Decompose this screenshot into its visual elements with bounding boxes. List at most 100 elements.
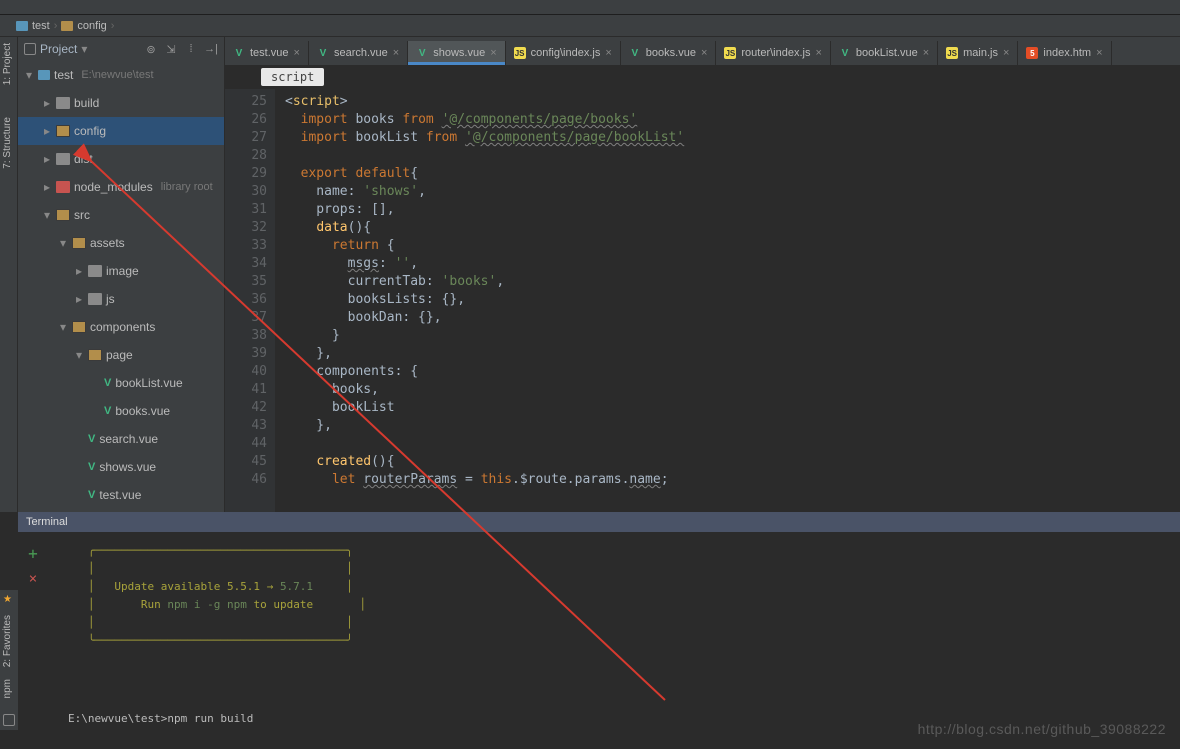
folder-icon: [56, 125, 70, 137]
code-body[interactable]: <script> import books from '@/components…: [275, 89, 1180, 512]
close-icon[interactable]: ×: [1003, 47, 1009, 59]
tree-arrow[interactable]: ▾: [58, 320, 68, 334]
terminal-new-icon[interactable]: +: [28, 544, 38, 563]
tree-arrow[interactable]: ▸: [42, 124, 52, 138]
collapse-icon[interactable]: ⇲: [164, 42, 178, 56]
tree-item-components[interactable]: ▾components: [18, 313, 224, 341]
breadcrumb-item[interactable]: test: [16, 20, 50, 32]
settings-icon[interactable]: ⁞: [184, 42, 198, 56]
tree-item-src[interactable]: ▾ src: [18, 201, 224, 229]
vue-icon: V: [317, 47, 329, 59]
breadcrumb-pill[interactable]: script: [261, 68, 324, 86]
terminal-panel: + × ╭───────────────────────────────────…: [18, 532, 1180, 737]
tab-shows-vue[interactable]: Vshows.vue ×: [408, 41, 505, 65]
tree-item-search-vue[interactable]: Vsearch.vue: [18, 425, 224, 453]
close-icon[interactable]: ×: [815, 47, 821, 59]
close-icon[interactable]: ×: [605, 47, 611, 59]
tree-arrow[interactable]: ▸: [74, 264, 84, 278]
editor-breadcrumb: script: [225, 65, 1180, 89]
tree-label: js: [106, 292, 115, 306]
close-icon[interactable]: ×: [490, 47, 496, 59]
tab-search-vue[interactable]: Vsearch.vue ×: [309, 41, 408, 65]
tab-bookList-vue[interactable]: VbookList.vue×: [831, 41, 938, 65]
tab-label: test.vue: [250, 47, 289, 59]
module-icon: [38, 70, 50, 80]
tree-label: bookList.vue: [115, 376, 182, 390]
breadcrumb: test › config ›: [0, 15, 1180, 37]
tree-item-assets[interactable]: ▾ assets: [18, 229, 224, 257]
tree-label: assets: [90, 236, 125, 250]
npm-tool-button[interactable]: npm: [0, 673, 15, 704]
tab-main-js[interactable]: JSmain.js×: [938, 41, 1018, 65]
tab-label: index.htm: [1043, 47, 1091, 59]
tab-router-index-js[interactable]: JSrouter\index.js×: [716, 41, 831, 65]
locate-icon[interactable]: ⊚: [144, 42, 158, 56]
tree-item-build[interactable]: ▸build: [18, 89, 224, 117]
tree-item-test-vue[interactable]: Vtest.vue: [18, 481, 224, 509]
folder-icon: [56, 181, 70, 193]
tree-label: books.vue: [115, 404, 170, 418]
js-icon: JS: [946, 47, 958, 59]
tree-arrow[interactable]: ▾: [58, 236, 68, 250]
tree-arrow[interactable]: ▾: [24, 68, 34, 82]
tree-label: search.vue: [99, 432, 158, 446]
tree-item-shows-vue[interactable]: Vshows.vue: [18, 453, 224, 481]
tab-index-htm[interactable]: 5 index.htm ×: [1018, 41, 1111, 65]
project-view-icon: [24, 43, 36, 55]
vue-icon: V: [88, 489, 95, 501]
tree-arrow[interactable]: ▾: [42, 208, 52, 222]
project-tool-button[interactable]: 1: Project: [0, 37, 15, 91]
tab-label: search.vue: [334, 47, 388, 59]
close-icon[interactable]: ×: [923, 47, 929, 59]
tree-label: shows.vue: [99, 460, 156, 474]
vue-icon: V: [416, 47, 428, 59]
project-pane-label: Project: [40, 42, 77, 56]
main-toolbar: [0, 0, 1180, 15]
folder-icon: [72, 321, 86, 333]
tree-item-node_modules[interactable]: ▸node_moduleslibrary root: [18, 173, 224, 201]
folder-icon: [88, 349, 102, 361]
close-icon[interactable]: ×: [393, 47, 399, 59]
tree-arrow[interactable]: ▸: [42, 180, 52, 194]
tree-item-js[interactable]: ▸ js: [18, 285, 224, 313]
tree-item-test[interactable]: ▾testE:\newvue\test: [18, 61, 224, 89]
tree-arrow[interactable]: ▸: [42, 152, 52, 166]
folder-icon: [56, 153, 70, 165]
tree-item-bookList-vue[interactable]: VbookList.vue: [18, 369, 224, 397]
tree-label: dist: [74, 152, 93, 166]
tab-label: router\index.js: [741, 47, 810, 59]
tab-label: bookList.vue: [856, 47, 918, 59]
terminal-header[interactable]: Terminal: [18, 512, 1180, 532]
tree-arrow[interactable]: ▾: [74, 348, 84, 362]
tree-item-page[interactable]: ▾page: [18, 341, 224, 369]
tool-window-icon[interactable]: [3, 714, 15, 726]
close-icon[interactable]: ×: [1096, 47, 1102, 59]
tree-label: config: [74, 124, 106, 138]
tree-item-dist[interactable]: ▸ dist: [18, 145, 224, 173]
breadcrumb-item[interactable]: config: [61, 20, 106, 32]
tree-item-books-vue[interactable]: Vbooks.vue: [18, 397, 224, 425]
tree-arrow[interactable]: ▸: [42, 96, 52, 110]
terminal-close-icon[interactable]: ×: [29, 571, 37, 587]
tree-label: src: [74, 208, 90, 222]
tree-item-image[interactable]: ▸image: [18, 257, 224, 285]
close-icon[interactable]: ×: [294, 47, 300, 59]
tab-books-vue[interactable]: Vbooks.vue×: [621, 41, 717, 65]
terminal-output[interactable]: ╭──────────────────────────────────────╮…: [48, 532, 1180, 737]
editor-tabs: Vtest.vue×Vsearch.vue×Vshows.vue×JSconfi…: [225, 37, 1180, 65]
code-editor[interactable]: 2526272829303132333435363738394041424344…: [225, 89, 1180, 512]
html-icon: 5: [1026, 47, 1038, 59]
tab-config-index-js[interactable]: JSconfig\index.js×: [506, 41, 621, 65]
folder-icon: [61, 21, 73, 31]
terminal-prompt[interactable]: E:\newvue\test>npm run build: [68, 710, 253, 728]
tree-item-config[interactable]: ▸ config: [18, 117, 224, 145]
vue-icon: V: [233, 47, 245, 59]
tab-test-vue[interactable]: Vtest.vue ×: [225, 41, 309, 65]
project-tree[interactable]: ▾testE:\newvue\test▸build▸config▸dist▸no…: [18, 61, 225, 512]
hide-icon[interactable]: →|: [204, 42, 218, 56]
favorites-tool-button[interactable]: 2: Favorites: [0, 609, 15, 673]
tree-arrow[interactable]: ▸: [74, 292, 84, 306]
tab-label: shows.vue: [433, 47, 485, 59]
close-icon[interactable]: ×: [701, 47, 707, 59]
structure-tool-button[interactable]: 7: Structure: [0, 111, 15, 175]
